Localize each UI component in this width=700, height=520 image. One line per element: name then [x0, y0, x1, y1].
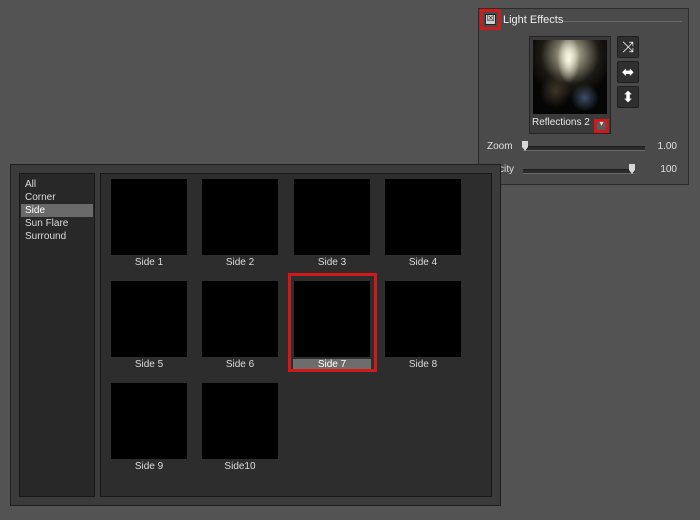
- flip-horizontal-button[interactable]: ⬌: [617, 61, 639, 83]
- preset-tile-side-10[interactable]: Side10: [201, 382, 279, 474]
- panel-divider: [563, 21, 682, 22]
- preset-tile-side-2[interactable]: Side 2: [201, 178, 279, 270]
- preset-thumbnail[interactable]: [294, 179, 370, 255]
- panel-title: Light Effects: [503, 14, 564, 26]
- light-effects-panel: ☒ Light Effects Reflections 2 ▾ ⤨ ⬌ ⬍ Zo…: [478, 8, 689, 185]
- category-corner[interactable]: Corner: [21, 191, 93, 204]
- zoom-slider-track[interactable]: [523, 146, 645, 151]
- zoom-value: 1.00: [657, 141, 677, 152]
- preset-tile-side-4[interactable]: Side 4: [384, 178, 462, 270]
- selected-preset-highlight: [288, 273, 377, 372]
- shuffle-button[interactable]: ⤨: [617, 36, 639, 58]
- preset-caption: Side 5: [134, 359, 164, 370]
- preset-tile-side-1[interactable]: Side 1: [110, 178, 188, 270]
- flip-horizontal-icon: ⬌: [621, 63, 635, 81]
- opacity-value: 100: [660, 164, 677, 175]
- category-sun-flare[interactable]: Sun Flare: [21, 217, 93, 230]
- preset-caption: Side 9: [134, 461, 164, 472]
- preset-thumbnail[interactable]: [111, 383, 187, 459]
- chevron-down-icon: ▾: [599, 119, 604, 128]
- category-all[interactable]: All: [21, 178, 93, 191]
- preset-thumbnail[interactable]: [385, 179, 461, 255]
- preset-thumbnail[interactable]: [111, 281, 187, 357]
- preset-browser-popup: All Corner Side Sun Flare Surround Side …: [10, 164, 501, 506]
- preset-caption: Side 8: [408, 359, 438, 370]
- light-effects-checkbox[interactable]: ☒: [485, 14, 496, 25]
- preset-preview-thumbnail[interactable]: [533, 40, 607, 114]
- opacity-label: city: [499, 164, 514, 175]
- preset-tile-side-8[interactable]: Side 8: [384, 280, 462, 372]
- category-surround[interactable]: Surround: [21, 230, 93, 243]
- flip-vertical-icon: ⬍: [621, 88, 635, 106]
- preset-caption: Side 2: [225, 257, 255, 268]
- preset-tile-side-6[interactable]: Side 6: [201, 280, 279, 372]
- preset-caption: Side 6: [225, 359, 255, 370]
- opacity-slider-track[interactable]: [523, 169, 635, 174]
- shuffle-icon: ⤨: [621, 38, 634, 56]
- preset-name-label: Reflections 2: [532, 117, 590, 128]
- preset-thumbnail[interactable]: [385, 281, 461, 357]
- preset-thumbnail[interactable]: [202, 281, 278, 357]
- preset-thumbnail[interactable]: [111, 179, 187, 255]
- zoom-label: Zoom: [487, 141, 513, 152]
- preset-tile-side-5[interactable]: Side 5: [110, 280, 188, 372]
- category-side[interactable]: Side: [21, 204, 93, 217]
- preset-grid: Side 1 Side 2 Side 3 Side 4 Side 5 Side …: [100, 173, 492, 497]
- preset-dropdown-button[interactable]: ▾: [594, 119, 609, 133]
- preset-caption: Side 4: [408, 257, 438, 268]
- preset-caption: Side 1: [134, 257, 164, 268]
- preset-caption: Side 3: [317, 257, 347, 268]
- category-list: All Corner Side Sun Flare Surround: [19, 173, 95, 497]
- preset-thumbnail[interactable]: [202, 383, 278, 459]
- preset-tile-side-9[interactable]: Side 9: [110, 382, 188, 474]
- preset-thumbnail[interactable]: [202, 179, 278, 255]
- preset-caption: Side10: [224, 461, 256, 472]
- preset-tile-side-3[interactable]: Side 3: [293, 178, 371, 270]
- flip-vertical-button[interactable]: ⬍: [617, 86, 639, 108]
